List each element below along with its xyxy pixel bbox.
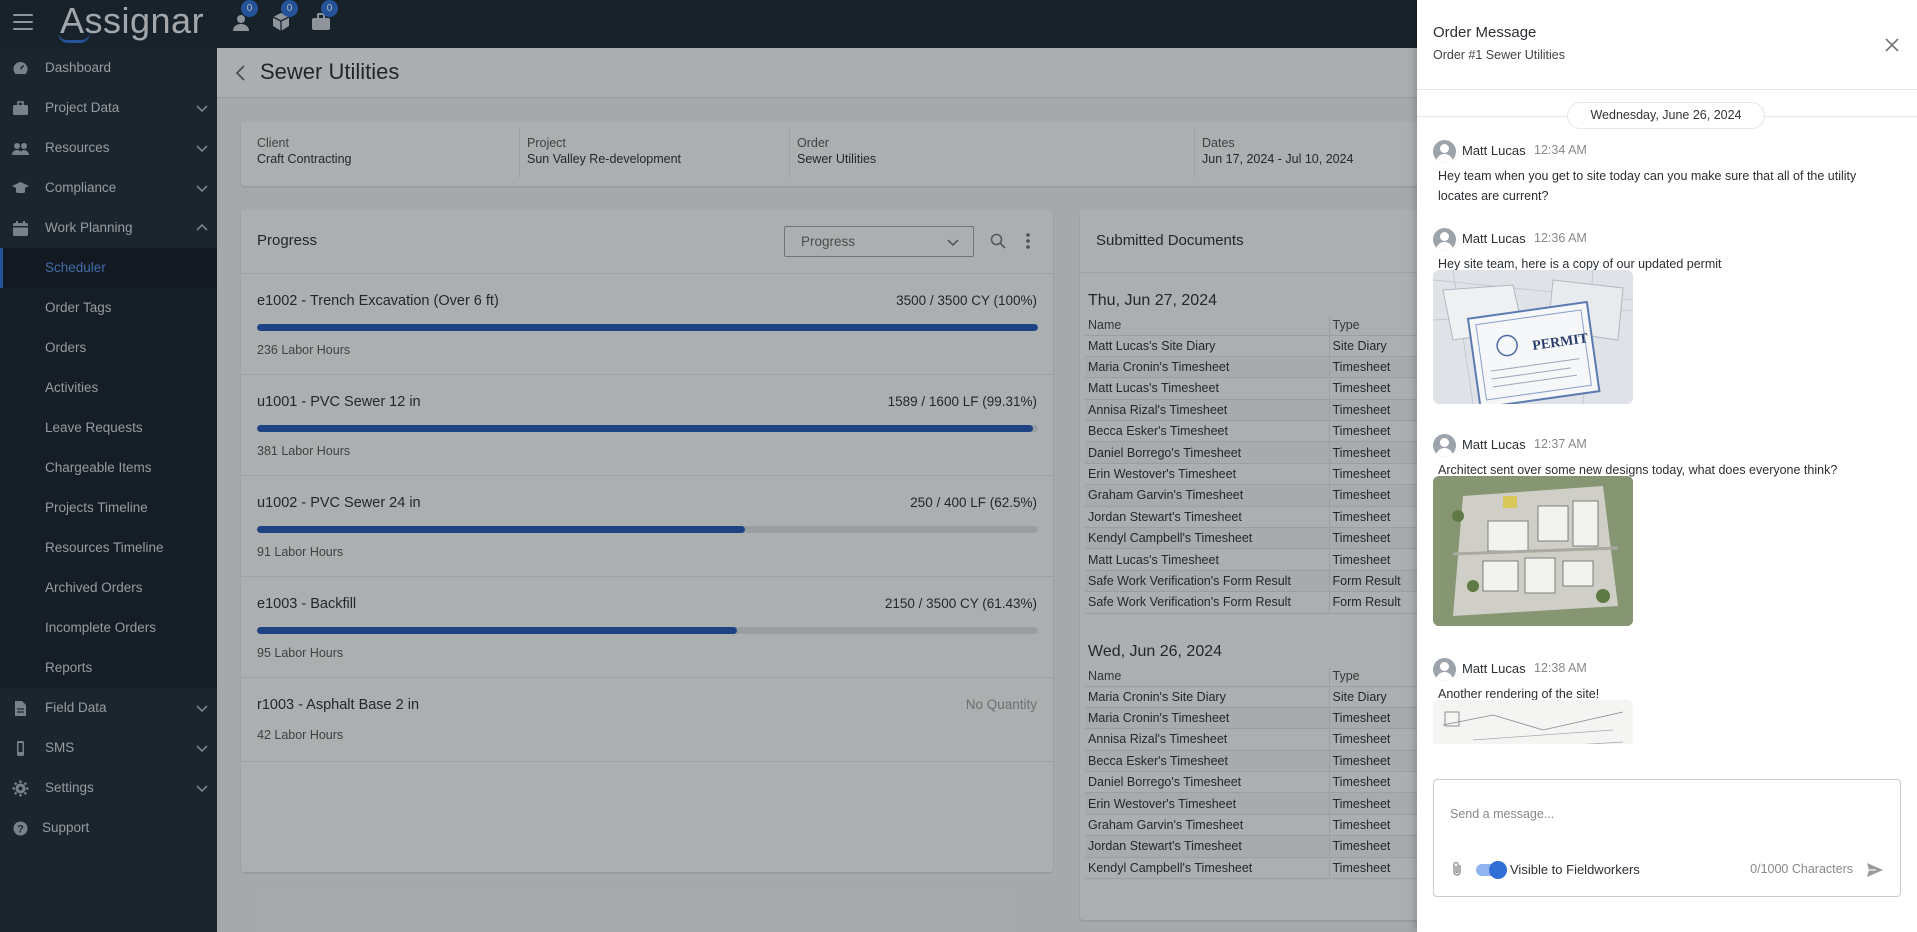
paperclip-icon[interactable] bbox=[1450, 861, 1464, 877]
message-time: 12:38 AM bbox=[1534, 661, 1587, 675]
drawer-title: Order Message bbox=[1433, 24, 1537, 41]
avatar bbox=[1433, 228, 1456, 251]
avatar bbox=[1433, 140, 1456, 163]
avatar bbox=[1433, 658, 1456, 681]
visible-to-fieldworkers-label: Visible to Fieldworkers bbox=[1510, 862, 1640, 877]
message-author: Matt Lucas bbox=[1462, 231, 1526, 246]
message-list[interactable]: Matt Lucas 12:34 AM Hey team when you ge… bbox=[1417, 136, 1917, 744]
message-time: 12:37 AM bbox=[1534, 437, 1587, 451]
modal-backdrop[interactable] bbox=[0, 0, 1417, 932]
message-time: 12:34 AM bbox=[1534, 143, 1587, 157]
message-input[interactable] bbox=[1450, 804, 1880, 824]
message-author: Matt Lucas bbox=[1462, 437, 1526, 452]
message-author: Matt Lucas bbox=[1462, 661, 1526, 676]
visible-to-fieldworkers-toggle[interactable] bbox=[1476, 861, 1507, 879]
message-author: Matt Lucas bbox=[1462, 143, 1526, 158]
message-text: Hey team when you get to site today can … bbox=[1438, 169, 1857, 203]
divider bbox=[1417, 89, 1917, 90]
message-time: 12:36 AM bbox=[1534, 231, 1587, 245]
permit-image[interactable]: PERMIT bbox=[1433, 270, 1633, 404]
close-icon[interactable] bbox=[1883, 36, 1901, 54]
character-count: 0/1000 Characters bbox=[1750, 862, 1853, 876]
order-message-drawer: Order Message Order #1 Sewer Utilities W… bbox=[1417, 0, 1917, 932]
avatar bbox=[1433, 434, 1456, 457]
drawer-subtitle: Order #1 Sewer Utilities bbox=[1433, 48, 1565, 62]
send-icon[interactable] bbox=[1866, 861, 1884, 879]
rendering-image[interactable] bbox=[1433, 700, 1633, 744]
site-plan-image[interactable] bbox=[1433, 476, 1633, 626]
message-composer: Visible to Fieldworkers 0/1000 Character… bbox=[1433, 779, 1901, 897]
date-separator: Wednesday, June 26, 2024 bbox=[1567, 102, 1765, 129]
